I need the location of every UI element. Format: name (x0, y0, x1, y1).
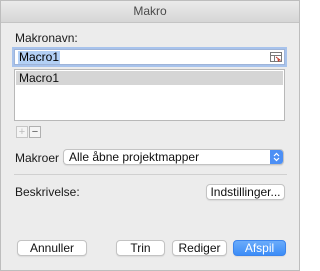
range-select-icon[interactable] (270, 52, 282, 62)
macro-dialog: Makro Makronavn: Macro1 Macro1 + − Makro… (0, 0, 300, 271)
divider (14, 174, 287, 175)
step-button[interactable]: Trin (116, 240, 165, 256)
remove-macro-button[interactable]: − (29, 126, 41, 138)
description-label: Beskrivelse: (15, 185, 80, 199)
add-macro-button[interactable]: + (16, 126, 28, 138)
macro-name-value: Macro1 (18, 50, 61, 64)
options-button[interactable]: Indstillinger... (206, 184, 285, 200)
cancel-button[interactable]: Annuller (17, 240, 87, 256)
list-item[interactable]: Macro1 (16, 71, 283, 85)
edit-button[interactable]: Rediger (172, 240, 227, 256)
chevron-updown-icon (270, 150, 283, 164)
macro-list[interactable]: Macro1 (14, 69, 285, 121)
window-title: Makro (1, 1, 299, 23)
macro-name-label: Makronavn: (15, 31, 78, 45)
macros-in-value: Alle åbne projektmapper (69, 150, 200, 164)
macros-in-select[interactable]: Alle åbne projektmapper (63, 149, 284, 165)
run-button[interactable]: Afspil (233, 240, 286, 256)
macro-name-input[interactable]: Macro1 (14, 49, 285, 65)
macros-in-label: Makroer i: (15, 151, 69, 165)
